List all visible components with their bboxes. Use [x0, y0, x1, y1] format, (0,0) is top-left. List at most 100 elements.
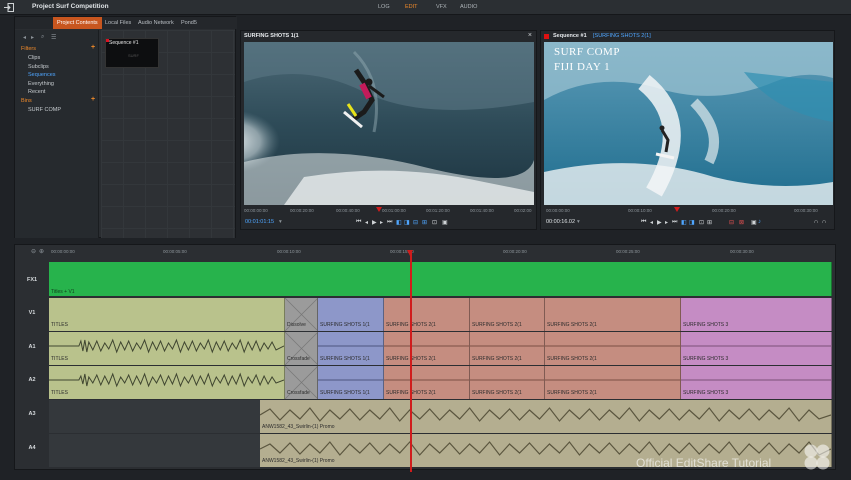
source-timecode-dropdown-icon[interactable]: ▾ — [279, 219, 282, 225]
tab-project-contents[interactable]: Project Contents — [53, 17, 102, 29]
speaker-icon[interactable]: ∩ — [822, 219, 826, 225]
tab-pond5[interactable]: Pond5 — [181, 17, 197, 29]
sequence-thumbnail[interactable]: Sequence #1 SURF — [105, 38, 159, 68]
playhead-handle[interactable] — [407, 250, 413, 256]
mark-in-icon[interactable]: ◧ — [396, 219, 402, 226]
exit-icon[interactable] — [4, 3, 14, 12]
record-timecode[interactable]: 00:00:16.02 — [546, 219, 575, 225]
timeline-ruler[interactable]: 00:00:00:00 00:00:05:00 00:00:10:00 00:0… — [49, 249, 831, 259]
tree-header-bins[interactable]: Bins — [21, 98, 32, 104]
mark-in-icon[interactable]: ◧ — [681, 219, 687, 226]
tree-item-recent[interactable]: Recent — [28, 89, 45, 95]
track-label-a4[interactable]: A4 — [15, 445, 49, 451]
tree-header-filters[interactable]: Filters — [21, 46, 36, 52]
tree-item-surf-comp[interactable]: SURF COMP — [28, 107, 61, 113]
record-ruler[interactable]: 00:00:00:00 00:00:10:00 00:00:20:00 00:0… — [546, 208, 831, 216]
clip-settings-icon[interactable]: ▣ — [442, 219, 448, 226]
splice-icon[interactable]: ⊟ — [413, 219, 418, 226]
timeline-clip-shots-2-audio[interactable]: SURFING SHOTS 2(1 — [384, 366, 470, 399]
clip-label: SURFING SHOTS 2(1 — [472, 322, 522, 328]
timeline-clip-titles-audio[interactable]: TITLES — [49, 332, 285, 365]
timeline-clip-shots-2-audio[interactable]: SURFING SHOTS 2(1 — [545, 332, 681, 365]
track-label-v1[interactable]: V1 — [15, 310, 49, 316]
timeline-clip-shots-2-audio[interactable]: SURFING SHOTS 2(1 — [545, 366, 681, 399]
track-label-a1[interactable]: A1 — [15, 344, 49, 350]
tab-local-files[interactable]: Local Files — [105, 17, 131, 29]
timeline-clip-shots-2[interactable]: SURFING SHOTS 2(1 — [470, 298, 545, 331]
overwrite-icon[interactable]: ⊞ — [422, 219, 427, 226]
clear-marks-icon[interactable]: ⊡ — [699, 219, 704, 226]
timeline-clip-shots-1-audio[interactable]: SURFING SHOTS 1(1 — [318, 366, 384, 399]
timeline-transition-crossfade[interactable]: Crossfade — [285, 332, 318, 365]
back-arrow-icon[interactable]: ◂ — [23, 34, 26, 41]
timeline-clip-shots-2-audio[interactable]: SURFING SHOTS 2(1 — [470, 366, 545, 399]
mode-tab-audio[interactable]: AUDIO — [460, 4, 477, 10]
record-position-marker[interactable] — [674, 207, 680, 212]
mode-tab-vfx[interactable]: VFX — [436, 4, 447, 10]
timeline-clip-shots-2[interactable]: SURFING SHOTS 2(1 — [545, 298, 681, 331]
extract-icon[interactable]: ⊠ — [739, 219, 744, 226]
timeline-clip-shots-3[interactable]: SURFING SHOTS 3 — [681, 298, 832, 331]
source-position-marker[interactable] — [376, 207, 382, 212]
tree-item-subclips[interactable]: Subclips — [28, 64, 49, 70]
timeline-clip-fx[interactable]: Titles + V1 — [49, 262, 832, 296]
match-frame-icon[interactable]: ⊞ — [707, 219, 712, 226]
audio-monitor-icon[interactable]: ♪ — [758, 219, 761, 225]
timeline-clip-titles[interactable]: TITLES — [49, 298, 285, 331]
headphones-icon[interactable]: ∩ — [814, 219, 818, 225]
timeline-clip-music[interactable]: ANW1582_43_Swirlin-(1) Promo — [260, 400, 832, 433]
go-to-end-icon[interactable]: ⏭ — [387, 219, 392, 226]
mode-tab-log[interactable]: LOG — [378, 4, 390, 10]
tree-item-clips[interactable]: Clips — [28, 55, 40, 61]
watermark-text: Official EditShare Tutorial — [636, 456, 772, 470]
timeline-clip-shots-1-audio[interactable]: SURFING SHOTS 1(1 — [318, 332, 384, 365]
tree-item-everything[interactable]: Everything — [28, 81, 54, 87]
step-back-icon[interactable]: ◂ — [650, 219, 653, 226]
tab-audio-network[interactable]: Audio Network — [138, 17, 174, 29]
source-timecode[interactable]: 00:01:01:15 — [245, 219, 274, 225]
forward-arrow-icon[interactable]: ▸ — [31, 34, 34, 41]
timeline-clip-shots-2-audio[interactable]: SURFING SHOTS 2(1 — [384, 332, 470, 365]
source-video-frame[interactable] — [244, 42, 534, 205]
go-to-start-icon[interactable]: ⏮ — [641, 219, 646, 226]
audio-waveform — [49, 338, 284, 354]
timeline-clip-titles-audio[interactable]: TITLES — [49, 366, 285, 399]
track-label-a3[interactable]: A3 — [15, 411, 49, 417]
tree-item-sequences[interactable]: Sequences — [28, 72, 56, 78]
source-ruler[interactable]: 00:00:00:00 00:00:20:00 00:00:40:00 00:0… — [244, 208, 534, 216]
step-forward-icon[interactable]: ▸ — [380, 219, 383, 226]
lift-icon[interactable]: ⊟ — [729, 219, 734, 226]
record-video-frame[interactable]: SURF COMP FIJI DAY 1 — [544, 42, 833, 205]
go-to-end-icon[interactable]: ⏭ — [672, 219, 677, 226]
track-label-a2[interactable]: A2 — [15, 377, 49, 383]
clip-label: Crossfade — [287, 390, 310, 396]
play-icon[interactable]: ▶ — [372, 219, 377, 226]
step-back-icon[interactable]: ◂ — [365, 219, 368, 226]
mark-out-icon[interactable]: ◨ — [689, 219, 695, 226]
timeline-clip-shots-2-audio[interactable]: SURFING SHOTS 2(1 — [470, 332, 545, 365]
clip-settings-icon[interactable]: ▣ — [751, 219, 757, 226]
timeline-clip-shots-1[interactable]: SURFING SHOTS 1(1 — [318, 298, 384, 331]
record-timecode-dropdown-icon[interactable]: ▾ — [577, 219, 580, 225]
timeline-transition-crossfade[interactable]: Crossfade — [285, 366, 318, 399]
add-filter-icon[interactable]: + — [91, 44, 95, 51]
zoom-in-icon[interactable]: ⊕ — [39, 248, 44, 255]
go-to-start-icon[interactable]: ⏮ — [356, 219, 361, 226]
track-label-fx1[interactable]: FX1 — [15, 277, 49, 283]
list-view-icon[interactable]: ☰ — [51, 34, 56, 41]
search-icon[interactable]: ⌕ — [41, 34, 44, 41]
mark-out-icon[interactable]: ◨ — [404, 219, 410, 226]
timeline-clip-shots-2[interactable]: SURFING SHOTS 2(1 — [384, 298, 470, 331]
step-forward-icon[interactable]: ▸ — [665, 219, 668, 226]
zoom-out-icon[interactable]: ⊖ — [31, 248, 36, 255]
timeline-clip-shots-3-audio[interactable]: SURFING SHOTS 3 — [681, 366, 832, 399]
mode-tab-edit[interactable]: EDIT — [405, 4, 418, 10]
timeline-playhead[interactable] — [410, 250, 412, 472]
timeline-clip-shots-3-audio[interactable]: SURFING SHOTS 3 — [681, 332, 832, 365]
play-icon[interactable]: ▶ — [657, 219, 662, 226]
project-title[interactable]: Project Surf Competition — [32, 3, 109, 10]
timeline-transition-dissolve[interactable]: Dissolve — [285, 298, 318, 331]
add-bin-icon[interactable]: + — [91, 96, 95, 103]
close-icon[interactable]: × — [528, 32, 532, 39]
sync-icon[interactable]: ⊡ — [432, 219, 437, 226]
